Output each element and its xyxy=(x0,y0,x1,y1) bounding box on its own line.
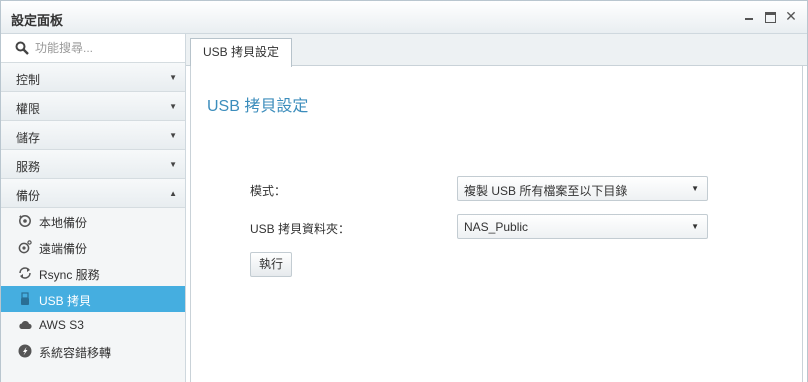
sidebar-category-services[interactable]: 服務 ▼ xyxy=(1,150,185,179)
sidebar-item-label: 遠端備份 xyxy=(39,242,88,256)
sidebar-category-backup[interactable]: 備份 ▲ xyxy=(1,179,185,208)
sidebar-item-label: AWS S3 xyxy=(39,318,84,332)
search-box xyxy=(1,34,185,63)
section-title: USB 拷貝設定 xyxy=(207,98,309,115)
folder-select-value: NAS_Public xyxy=(464,220,529,234)
tab-bar: USB 拷貝設定 xyxy=(186,34,807,67)
remote-backup-icon xyxy=(18,240,32,254)
usb-icon xyxy=(21,292,29,305)
maximize-icon[interactable] xyxy=(764,10,776,23)
sidebar: 控制 ▼ 權限 ▼ 儲存 ▼ 服務 ▼ 備份 ▲ 本地備份 xyxy=(1,34,186,382)
sidebar-item-label: USB 拷貝 xyxy=(39,294,92,308)
sidebar-category-storage[interactable]: 儲存 ▼ xyxy=(1,121,185,150)
search-icon xyxy=(15,41,29,55)
execute-button[interactable]: 執行 xyxy=(250,252,292,277)
usb-copy-folder-select[interactable]: NAS_Public ▼ xyxy=(457,214,708,239)
sidebar-item-label: 本地備份 xyxy=(39,216,88,230)
sidebar-item-remote-backup[interactable]: 遠端備份 xyxy=(1,234,185,260)
chevron-down-icon: ▼ xyxy=(169,73,177,82)
chevron-down-icon: ▼ xyxy=(169,160,177,169)
search-input[interactable] xyxy=(35,39,175,57)
category-label: 儲存 xyxy=(16,131,41,145)
tab-usb-copy-settings[interactable]: USB 拷貝設定 xyxy=(190,38,293,67)
minimize-icon[interactable] xyxy=(743,10,755,22)
sidebar-category-permissions[interactable]: 權限 ▼ xyxy=(1,92,185,121)
sync-icon xyxy=(19,267,31,279)
close-icon[interactable]: ✕ xyxy=(785,9,797,23)
category-label: 備份 xyxy=(16,189,41,203)
chevron-down-icon: ▼ xyxy=(691,184,699,193)
chevron-down-icon: ▼ xyxy=(169,102,177,111)
mode-label: 模式： xyxy=(250,184,287,198)
window-controls: ✕ xyxy=(743,9,797,23)
main-content: USB 拷貝設定 USB 拷貝設定 模式： 複製 USB 所有檔案至以下目錄 ▼… xyxy=(186,34,807,382)
local-backup-icon xyxy=(19,215,31,227)
failover-icon xyxy=(18,344,32,358)
cloud-icon xyxy=(19,321,32,329)
sidebar-category-control[interactable]: 控制 ▼ xyxy=(1,63,185,92)
title-bar: 設定面板 ✕ xyxy=(1,1,807,34)
chevron-down-icon: ▼ xyxy=(169,131,177,140)
mode-select-value: 複製 USB 所有檔案至以下目錄 xyxy=(464,184,628,198)
settings-panel: USB 拷貝設定 模式： 複製 USB 所有檔案至以下目錄 ▼ USB 拷貝資料… xyxy=(190,66,803,382)
chevron-up-icon: ▲ xyxy=(169,189,177,198)
mode-select[interactable]: 複製 USB 所有檔案至以下目錄 ▼ xyxy=(457,176,708,201)
sidebar-item-usb-copy[interactable]: USB 拷貝 xyxy=(1,286,185,312)
sidebar-item-failover[interactable]: 系統容錯移轉 xyxy=(1,338,185,364)
category-label: 控制 xyxy=(16,73,41,87)
category-label: 服務 xyxy=(16,160,41,174)
sidebar-item-aws-s3[interactable]: AWS S3 xyxy=(1,312,185,338)
chevron-down-icon: ▼ xyxy=(691,222,699,231)
sidebar-item-rsync[interactable]: Rsync 服務 xyxy=(1,260,185,286)
window-title: 設定面板 xyxy=(11,13,64,28)
sidebar-item-local-backup[interactable]: 本地備份 xyxy=(1,208,185,234)
sidebar-item-label: 系統容錯移轉 xyxy=(39,346,112,360)
sidebar-item-label: Rsync 服務 xyxy=(39,268,100,282)
usb-copy-folder-label: USB 拷貝資料夾： xyxy=(250,222,351,236)
settings-window: 設定面板 ✕ 控制 ▼ 權限 ▼ 儲存 ▼ 服務 ▼ xyxy=(0,0,808,382)
category-label: 權限 xyxy=(16,102,41,116)
